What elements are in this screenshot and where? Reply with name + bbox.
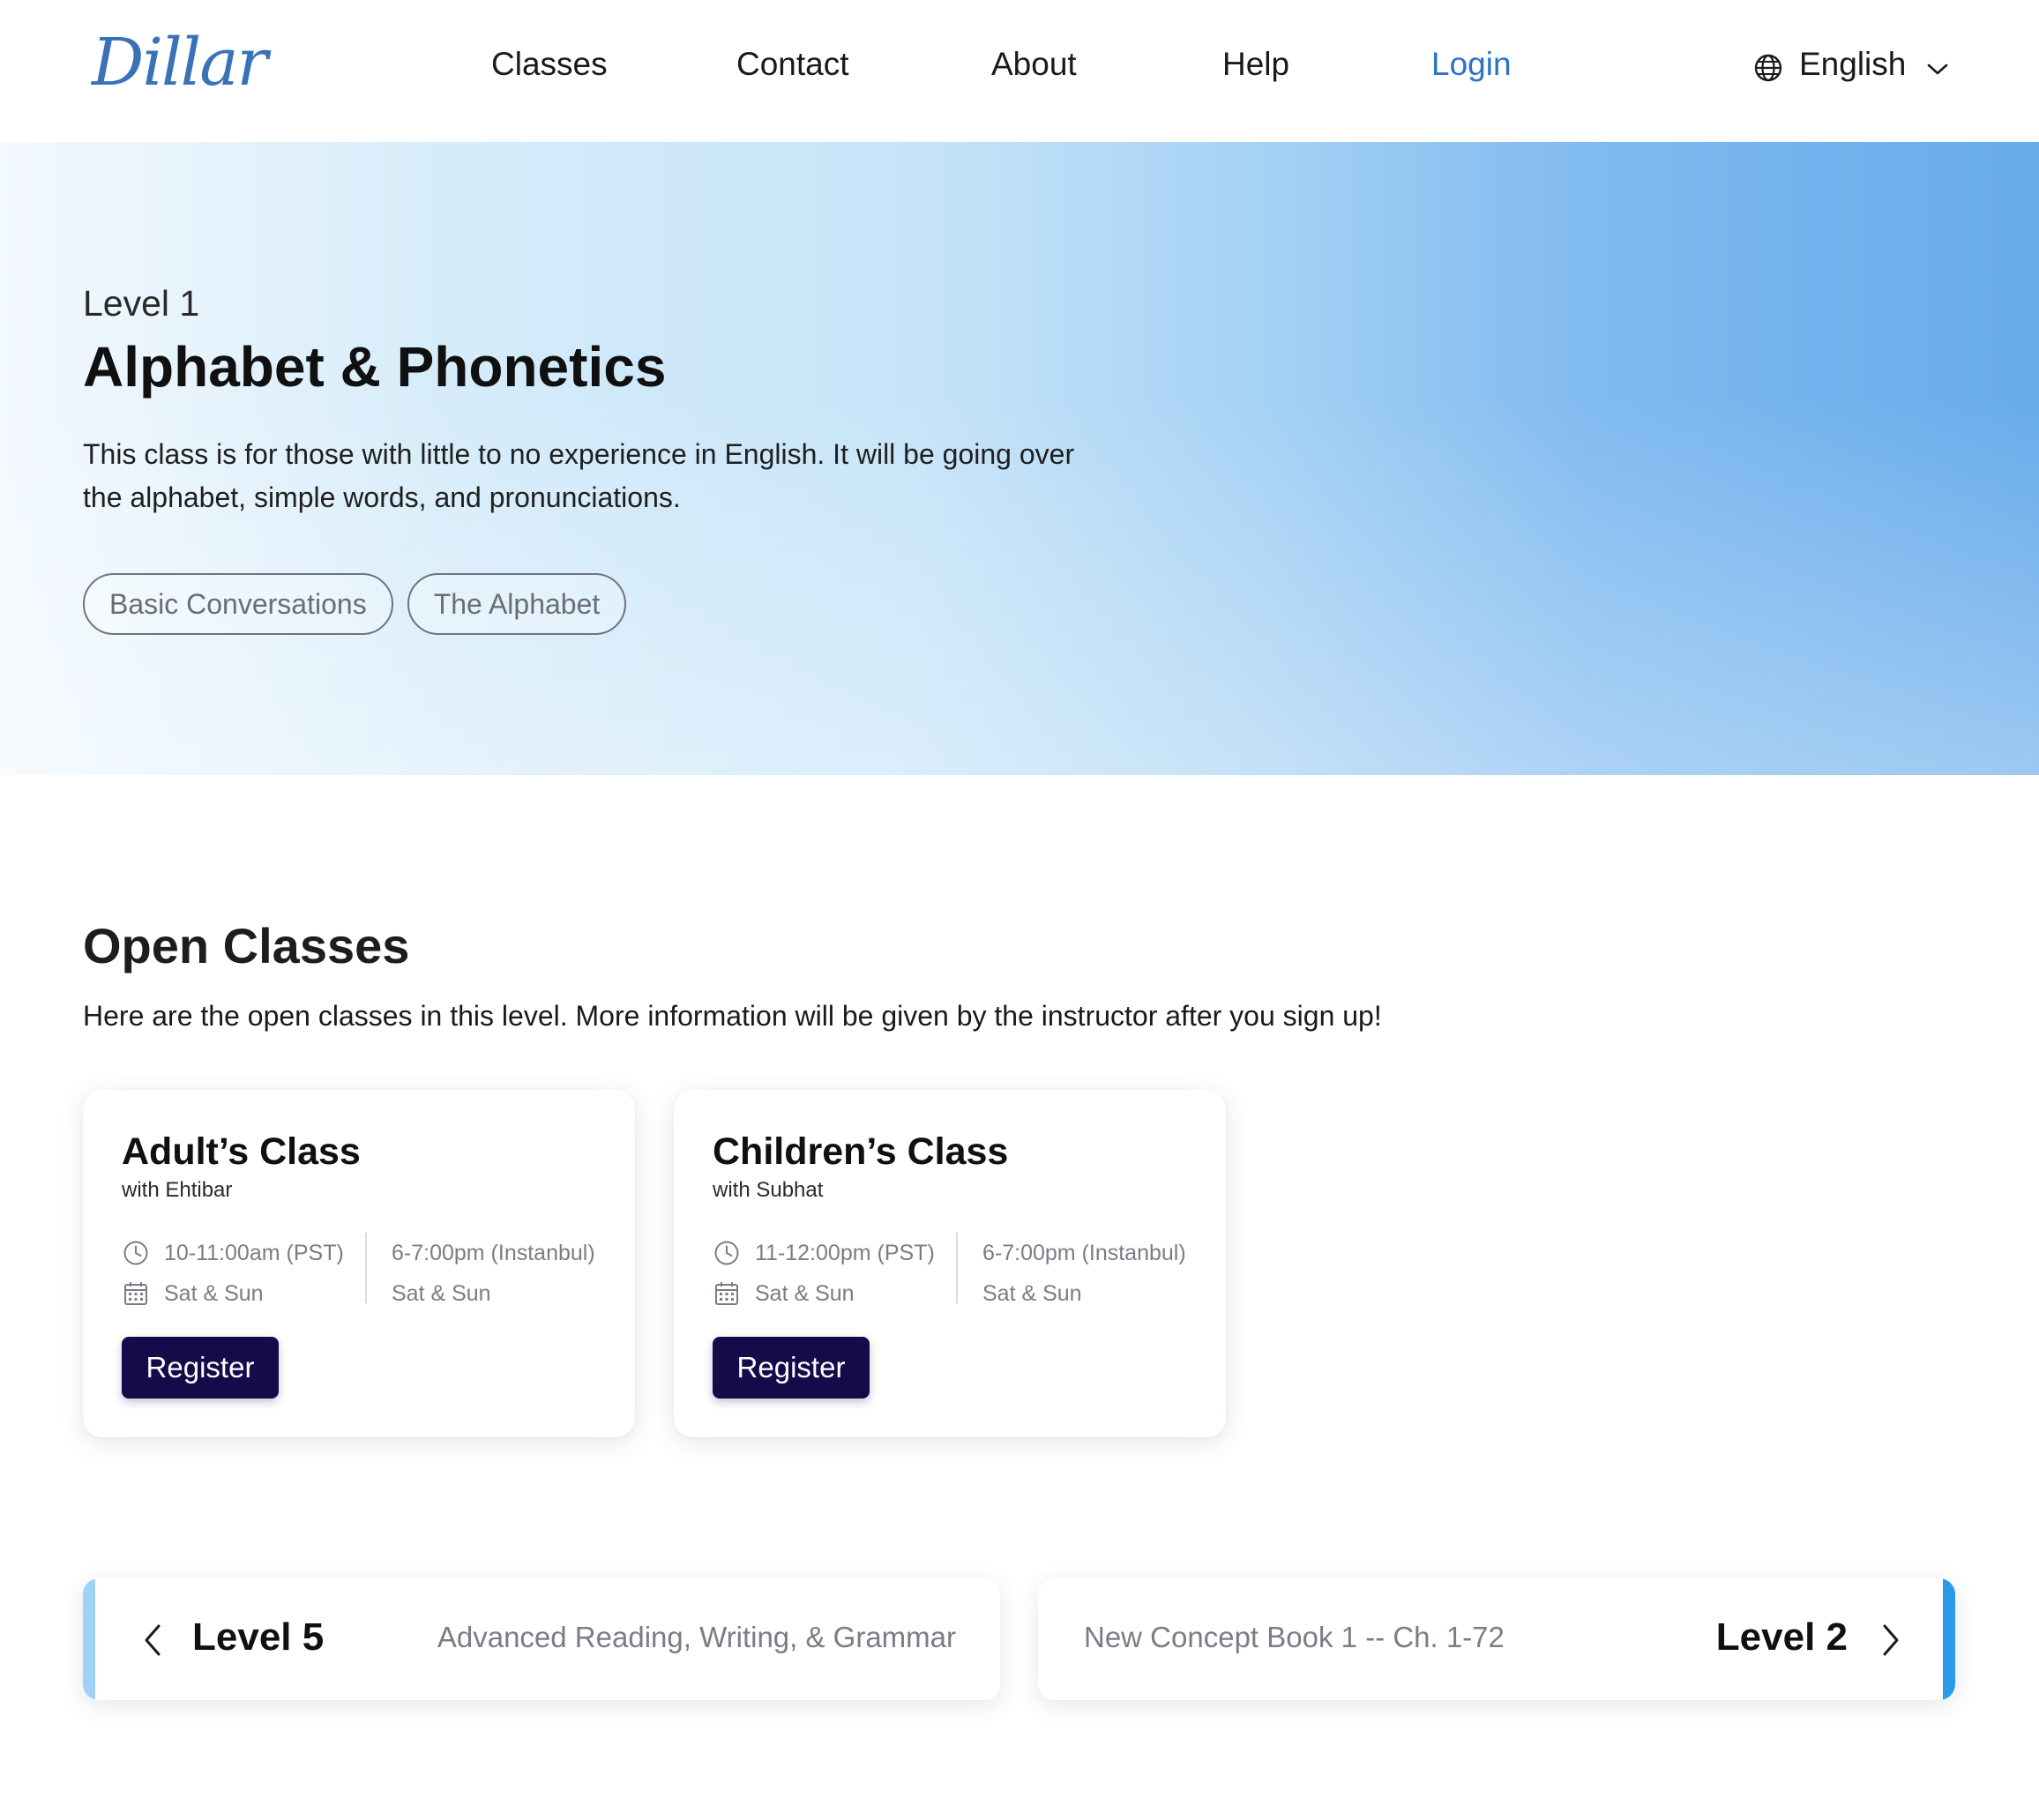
page-title: Alphabet & Phonetics: [83, 335, 667, 399]
tag-basic-conversations[interactable]: Basic Conversations: [83, 573, 393, 635]
schedule-divider: [956, 1233, 958, 1303]
hero-level-label: Level 1: [83, 283, 200, 324]
register-button[interactable]: Register: [122, 1337, 279, 1399]
globe-icon: [1754, 54, 1782, 82]
site-header: Dillar Classes Contact About Help Login …: [0, 0, 2039, 141]
local-schedule: 11-12:00pm (PST) Sat & Sun: [713, 1233, 935, 1314]
next-level-name: Level 2: [1715, 1615, 1848, 1659]
previous-level-name: Level 5: [192, 1615, 325, 1659]
other-days: Sat & Sun: [982, 1280, 1082, 1306]
nav-contact[interactable]: Contact: [736, 46, 849, 83]
clock-icon: [713, 1239, 741, 1267]
local-time: 11-12:00pm (PST): [755, 1240, 935, 1265]
class-card-title: Children’s Class: [713, 1130, 1009, 1173]
next-level-card[interactable]: New Concept Book 1 -- Ch. 1-72 Level 2: [1038, 1578, 1955, 1700]
tag-the-alphabet[interactable]: The Alphabet: [407, 573, 627, 635]
nav-help[interactable]: Help: [1222, 46, 1289, 83]
topic-tags: Basic Conversations The Alphabet: [83, 573, 627, 635]
next-level-description: New Concept Book 1 -- Ch. 1-72: [1084, 1621, 1505, 1653]
register-button[interactable]: Register: [713, 1337, 870, 1399]
calendar-icon: [713, 1279, 741, 1308]
previous-level-accent: [83, 1578, 95, 1700]
local-days: Sat & Sun: [164, 1280, 264, 1306]
nav-classes[interactable]: Classes: [491, 46, 608, 83]
main-nav: Classes Contact About Help Login: [0, 46, 2039, 99]
chevron-right-icon: [1883, 1624, 1899, 1656]
open-classes-subtitle: Here are the open classes in this level.…: [83, 1000, 1382, 1032]
previous-level-description: Advanced Reading, Writing, & Grammar: [437, 1621, 956, 1653]
class-card-children: Children’s Class with Subhat 11-12:00pm …: [674, 1090, 1226, 1437]
hero-banner: Level 1 Alphabet & Phonetics This class …: [0, 142, 2039, 775]
next-level-accent: [1943, 1578, 1955, 1700]
nav-about[interactable]: About: [991, 46, 1077, 83]
language-label: English: [1799, 46, 1907, 82]
previous-level-card[interactable]: Level 5 Advanced Reading, Writing, & Gra…: [83, 1578, 1000, 1700]
other-time: 6-7:00pm (Instanbul): [392, 1240, 595, 1265]
local-days: Sat & Sun: [755, 1280, 855, 1306]
chevron-down-icon: [1928, 63, 1948, 75]
calendar-icon: [122, 1279, 150, 1308]
class-card-adult: Adult’s Class with Ehtibar 10-11:00am (P…: [83, 1090, 635, 1437]
other-schedule: 6-7:00pm (Instanbul) Sat & Sun: [392, 1233, 595, 1314]
open-classes-heading: Open Classes: [83, 918, 410, 973]
other-days: Sat & Sun: [392, 1280, 491, 1306]
hero-description: This class is for those with little to n…: [83, 438, 1075, 513]
class-card-instructor: with Subhat: [713, 1178, 824, 1202]
local-schedule: 10-11:00am (PST) Sat & Sun: [122, 1233, 344, 1314]
schedule-divider: [365, 1233, 367, 1303]
nav-login[interactable]: Login: [1431, 46, 1512, 83]
local-time: 10-11:00am (PST): [164, 1240, 344, 1265]
class-card-instructor: with Ehtibar: [122, 1178, 233, 1202]
class-card-title: Adult’s Class: [122, 1130, 361, 1173]
other-time: 6-7:00pm (Instanbul): [982, 1240, 1186, 1265]
chevron-left-icon: [145, 1624, 161, 1656]
language-selector[interactable]: English: [1753, 46, 1948, 99]
other-schedule: 6-7:00pm (Instanbul) Sat & Sun: [982, 1233, 1186, 1314]
clock-icon: [122, 1239, 150, 1267]
